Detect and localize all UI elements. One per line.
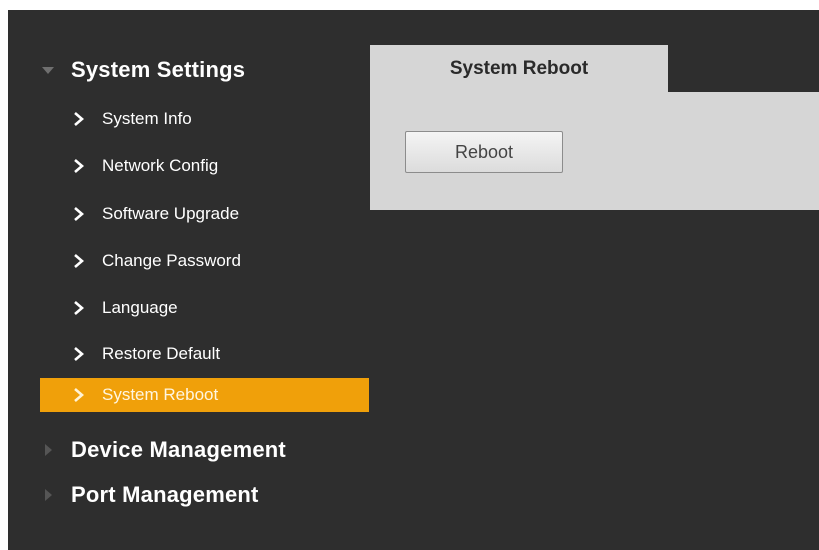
sidebar-group-port-management[interactable]: Port Management [8, 475, 368, 515]
triangle-right-icon [45, 444, 52, 456]
sidebar-group-system-settings[interactable]: System Settings [8, 50, 368, 90]
sidebar-item-restore-default[interactable]: Restore Default [40, 337, 369, 371]
chevron-right-icon [74, 254, 84, 268]
sidebar-group-device-management[interactable]: Device Management [8, 430, 368, 470]
triangle-down-icon [42, 67, 54, 74]
sidebar-item-label: Restore Default [102, 344, 221, 363]
sidebar: System Settings System Info Network Conf… [8, 10, 378, 550]
sidebar-item-system-reboot[interactable]: System Reboot [40, 378, 369, 412]
triangle-right-icon [45, 489, 52, 501]
sidebar-item-label: Language [102, 298, 178, 317]
tab-system-reboot[interactable]: System Reboot [370, 45, 668, 93]
sidebar-group-label: System Settings [71, 57, 246, 82]
chevron-right-icon [74, 347, 84, 361]
chevron-right-icon [74, 207, 84, 221]
sidebar-item-network-config[interactable]: Network Config [40, 149, 369, 183]
chevron-right-icon [74, 301, 84, 315]
app-window: System Settings System Info Network Conf… [8, 10, 819, 550]
sidebar-item-label: Change Password [102, 251, 241, 270]
sidebar-group-label: Device Management [71, 437, 286, 462]
sidebar-group-label: Port Management [71, 482, 259, 507]
sidebar-item-label: System Info [102, 109, 192, 128]
sidebar-item-label: System Reboot [102, 385, 219, 404]
chevron-right-icon [74, 112, 84, 126]
reboot-button[interactable]: Reboot [405, 131, 563, 173]
sidebar-item-label: Software Upgrade [102, 204, 240, 223]
tab-label: System Reboot [449, 58, 589, 79]
sidebar-item-label: Network Config [102, 156, 219, 175]
sidebar-item-change-password[interactable]: Change Password [40, 244, 369, 278]
chevron-right-icon [74, 388, 84, 402]
chevron-right-icon [74, 159, 84, 173]
sidebar-item-language[interactable]: Language [40, 291, 369, 325]
sidebar-item-system-info[interactable]: System Info [40, 102, 369, 136]
sidebar-item-software-upgrade[interactable]: Software Upgrade [40, 197, 369, 231]
